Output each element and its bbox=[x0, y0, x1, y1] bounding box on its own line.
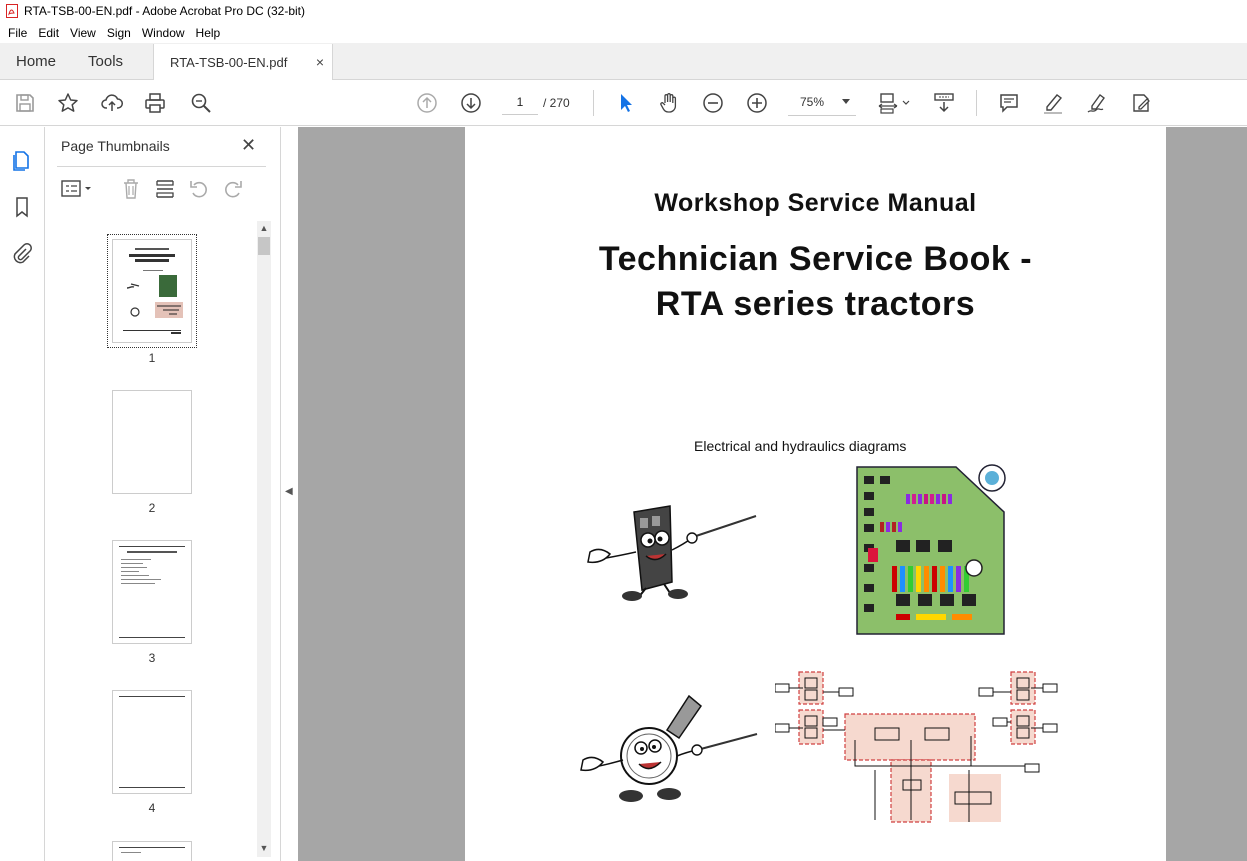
chevron-down-icon bbox=[842, 99, 850, 104]
delete-icon[interactable] bbox=[119, 177, 143, 201]
tab-document[interactable]: RTA-TSB-00-EN.pdf × bbox=[153, 44, 334, 80]
main-toolbar bbox=[0, 80, 1247, 126]
edit-pdf-icon[interactable] bbox=[1129, 91, 1153, 115]
thumbnail-page-3[interactable] bbox=[112, 540, 192, 644]
thumbnail-page-1[interactable] bbox=[107, 234, 197, 348]
title-bar: RTA-TSB-00-EN.pdf - Adobe Acrobat Pro DC… bbox=[0, 0, 1247, 22]
star-icon[interactable] bbox=[56, 91, 80, 115]
thumbnail-options-icon[interactable] bbox=[59, 177, 95, 201]
comment-icon[interactable] bbox=[997, 91, 1021, 115]
menu-bar: File Edit View Sign Window Help bbox=[0, 22, 1247, 43]
menu-edit[interactable]: Edit bbox=[34, 26, 63, 40]
fuse-board-diagram bbox=[856, 464, 1006, 635]
next-page-icon[interactable] bbox=[459, 91, 483, 115]
thumbnail-preview bbox=[119, 546, 185, 638]
hydraulic-mascot-illustration bbox=[580, 694, 758, 802]
sign-icon[interactable] bbox=[1085, 91, 1109, 115]
prev-page-icon[interactable] bbox=[415, 91, 439, 115]
page-number-input[interactable] bbox=[502, 89, 538, 115]
thumbnail-preview bbox=[123, 248, 183, 334]
pdf-page: Workshop Service Manual Technician Servi… bbox=[465, 127, 1166, 861]
thumbnail-scrollbar[interactable]: ▲ ▼ bbox=[257, 221, 271, 857]
scroll-up-icon[interactable]: ▲ bbox=[257, 221, 271, 235]
zoom-value: 75% bbox=[800, 94, 825, 109]
thumbnails-panel: Page Thumbnails ✕ 1 2 3 4 ▲ ▼ bbox=[45, 127, 280, 861]
collapse-panel-icon[interactable]: ◀ bbox=[285, 486, 293, 497]
page-title-line2: RTA series tractors bbox=[655, 285, 976, 323]
scroll-mode-icon[interactable] bbox=[932, 91, 956, 115]
page-title: Technician Service Book - RTA series tra… bbox=[465, 237, 1166, 327]
panel-toolbar bbox=[57, 177, 277, 203]
tab-document-label: RTA-TSB-00-EN.pdf bbox=[170, 54, 288, 70]
zoom-in-icon[interactable] bbox=[745, 91, 769, 115]
thumbnail-label-2: 2 bbox=[148, 501, 156, 515]
page-total: / 270 bbox=[543, 96, 570, 110]
menu-sign[interactable]: Sign bbox=[103, 26, 135, 40]
select-cursor-icon[interactable] bbox=[613, 91, 637, 115]
window-title: RTA-TSB-00-EN.pdf - Adobe Acrobat Pro DC… bbox=[24, 4, 305, 18]
panel-splitter[interactable]: ◀ bbox=[280, 127, 298, 861]
search-zoom-icon[interactable] bbox=[189, 91, 213, 115]
insert-page-icon[interactable] bbox=[153, 177, 177, 201]
tab-home[interactable]: Home bbox=[0, 43, 72, 79]
thumbnail-page-2[interactable] bbox=[112, 390, 192, 494]
zoom-select[interactable]: 75% bbox=[788, 88, 856, 116]
close-icon[interactable]: ✕ bbox=[241, 135, 256, 156]
menu-view[interactable]: View bbox=[66, 26, 100, 40]
thumbnail-page-5[interactable] bbox=[112, 841, 192, 861]
menu-file[interactable]: File bbox=[4, 26, 31, 40]
highlight-icon[interactable] bbox=[1041, 91, 1065, 115]
upload-icon[interactable] bbox=[100, 91, 124, 115]
rotate-left-icon[interactable] bbox=[187, 177, 211, 201]
panel-title: Page Thumbnails bbox=[61, 138, 170, 154]
thumbnail-label-3: 3 bbox=[148, 651, 156, 665]
scroll-thumb[interactable] bbox=[258, 237, 270, 255]
menu-help[interactable]: Help bbox=[192, 26, 225, 40]
page-heading: Workshop Service Manual bbox=[654, 189, 977, 217]
thumbnail-label-1: 1 bbox=[148, 351, 156, 365]
save-icon[interactable] bbox=[13, 91, 37, 115]
thumbnail-page-4[interactable] bbox=[112, 690, 192, 794]
pdf-app-icon bbox=[6, 4, 18, 18]
page-thumbnails-icon[interactable] bbox=[10, 148, 34, 172]
document-view[interactable]: Workshop Service Manual Technician Servi… bbox=[298, 127, 1247, 861]
thumbnail-preview bbox=[119, 847, 185, 853]
hand-icon[interactable] bbox=[657, 91, 681, 115]
menu-window[interactable]: Window bbox=[138, 26, 189, 40]
electrical-mascot-illustration bbox=[587, 505, 757, 601]
bookmark-icon[interactable] bbox=[10, 195, 34, 219]
attachment-icon[interactable] bbox=[10, 241, 34, 265]
rotate-right-icon[interactable] bbox=[221, 177, 245, 201]
page-fit-icon[interactable] bbox=[875, 91, 913, 115]
hydraulic-circuit-diagram bbox=[775, 671, 1058, 823]
page-subtitle: Electrical and hydraulics diagrams bbox=[694, 438, 907, 454]
scroll-down-icon[interactable]: ▼ bbox=[257, 841, 271, 855]
tab-bar: Home Tools RTA-TSB-00-EN.pdf × bbox=[0, 43, 1247, 80]
zoom-out-icon[interactable] bbox=[701, 91, 725, 115]
tab-close-icon[interactable]: × bbox=[316, 54, 324, 70]
left-rail bbox=[0, 127, 45, 861]
thumbnail-preview bbox=[119, 696, 185, 788]
thumbnail-label-4: 4 bbox=[148, 801, 156, 815]
print-icon[interactable] bbox=[143, 91, 167, 115]
page-title-line1: Technician Service Book - bbox=[598, 240, 1033, 278]
tab-tools[interactable]: Tools bbox=[72, 43, 139, 79]
